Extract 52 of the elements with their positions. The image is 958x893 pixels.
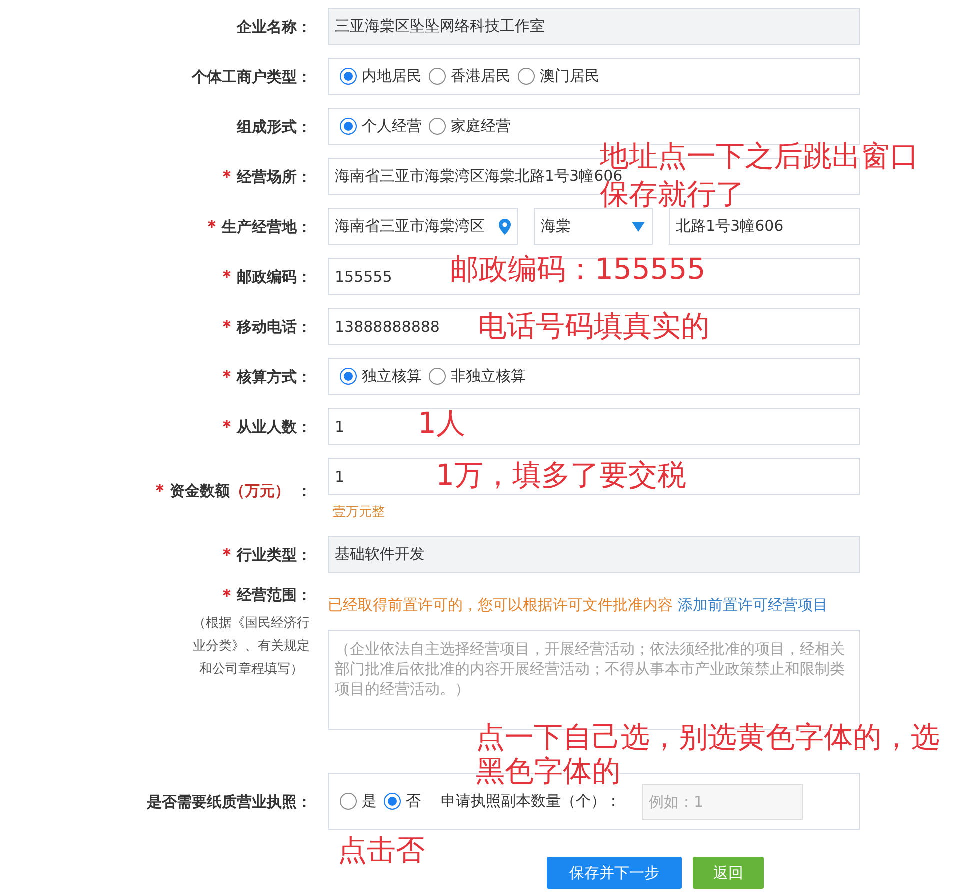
field-label: 经营场所：	[237, 168, 312, 186]
radio-button[interactable]	[340, 68, 357, 85]
radio-label: 个人经营	[362, 117, 422, 136]
radio-label: 非独立核算	[451, 367, 526, 386]
district-field[interactable]: 海南省三亚市海棠湾区	[328, 208, 518, 245]
radio-label: 澳门居民	[540, 67, 600, 86]
label-note: （根据《国民经济行业分类》、有关规定和公司章程填写）	[192, 615, 312, 679]
unit-label: （万元）	[230, 482, 290, 500]
label-colon: ：	[297, 482, 312, 500]
field-label: 邮政编码：	[237, 268, 312, 286]
caret-icon	[632, 222, 645, 232]
amount-in-words-hint: 壹万元整	[332, 504, 386, 522]
radio-button[interactable]	[429, 368, 446, 385]
copies-label: 申请执照副本数量（个）：	[441, 792, 621, 811]
field-label: 行业类型：	[237, 546, 312, 564]
radio-label: 否	[406, 792, 421, 811]
radio-label: 独立核算	[362, 367, 422, 386]
radio-label: 内地居民	[362, 67, 422, 86]
location-pin-icon[interactable]	[499, 219, 511, 235]
copies-input-field[interactable]: 例如：1	[642, 784, 803, 820]
radio-button[interactable]	[340, 118, 357, 135]
town-select[interactable]: 海棠	[534, 208, 653, 245]
radio-button[interactable]	[429, 68, 446, 85]
street-field[interactable]: 北路1号3幢606	[669, 208, 860, 245]
annotation-text: 1万，填多了要交税	[436, 460, 686, 490]
field-label: 资金数额	[170, 482, 230, 500]
field-label: 核算方式：	[237, 368, 312, 386]
radio-label: 香港居民	[451, 67, 511, 86]
notice-text: 已经取得前置许可的，您可以根据许可文件批准内容	[328, 596, 673, 614]
radio-button[interactable]	[518, 68, 535, 85]
field-label: 是否需要纸质营业执照：	[147, 792, 312, 810]
annotation-text: 1人	[418, 408, 466, 438]
field-label: 组成形式：	[237, 118, 312, 136]
radio-label: 家庭经营	[451, 117, 511, 136]
field-label: 从业人数：	[237, 418, 312, 436]
radio-label: 是	[362, 792, 377, 811]
field-label: 经营范围：	[237, 586, 312, 604]
annotation-text: 电话号码填真实的	[478, 311, 710, 341]
field-label: 个体工商户类型：	[192, 68, 312, 86]
readonly-input-field[interactable]: 基础软件开发	[328, 536, 860, 573]
radio-button[interactable]	[429, 118, 446, 135]
field-label: 生产经营地：	[222, 218, 312, 236]
field-label: 移动电话：	[237, 318, 312, 336]
radio-button[interactable]	[340, 793, 357, 810]
annotation-text: 黑色字体的	[476, 756, 621, 786]
radio-button[interactable]	[340, 368, 357, 385]
readonly-input-field[interactable]: 三亚海棠区坠坠网络科技工作室	[328, 8, 860, 45]
field-label: 企业名称：	[237, 18, 312, 36]
annotation-text: 点击否	[338, 835, 425, 865]
add-license-link[interactable]: 添加前置许可经营项目	[678, 596, 828, 614]
radio-button[interactable]	[384, 793, 401, 810]
save-next-button[interactable]: 保存并下一步	[547, 857, 682, 889]
